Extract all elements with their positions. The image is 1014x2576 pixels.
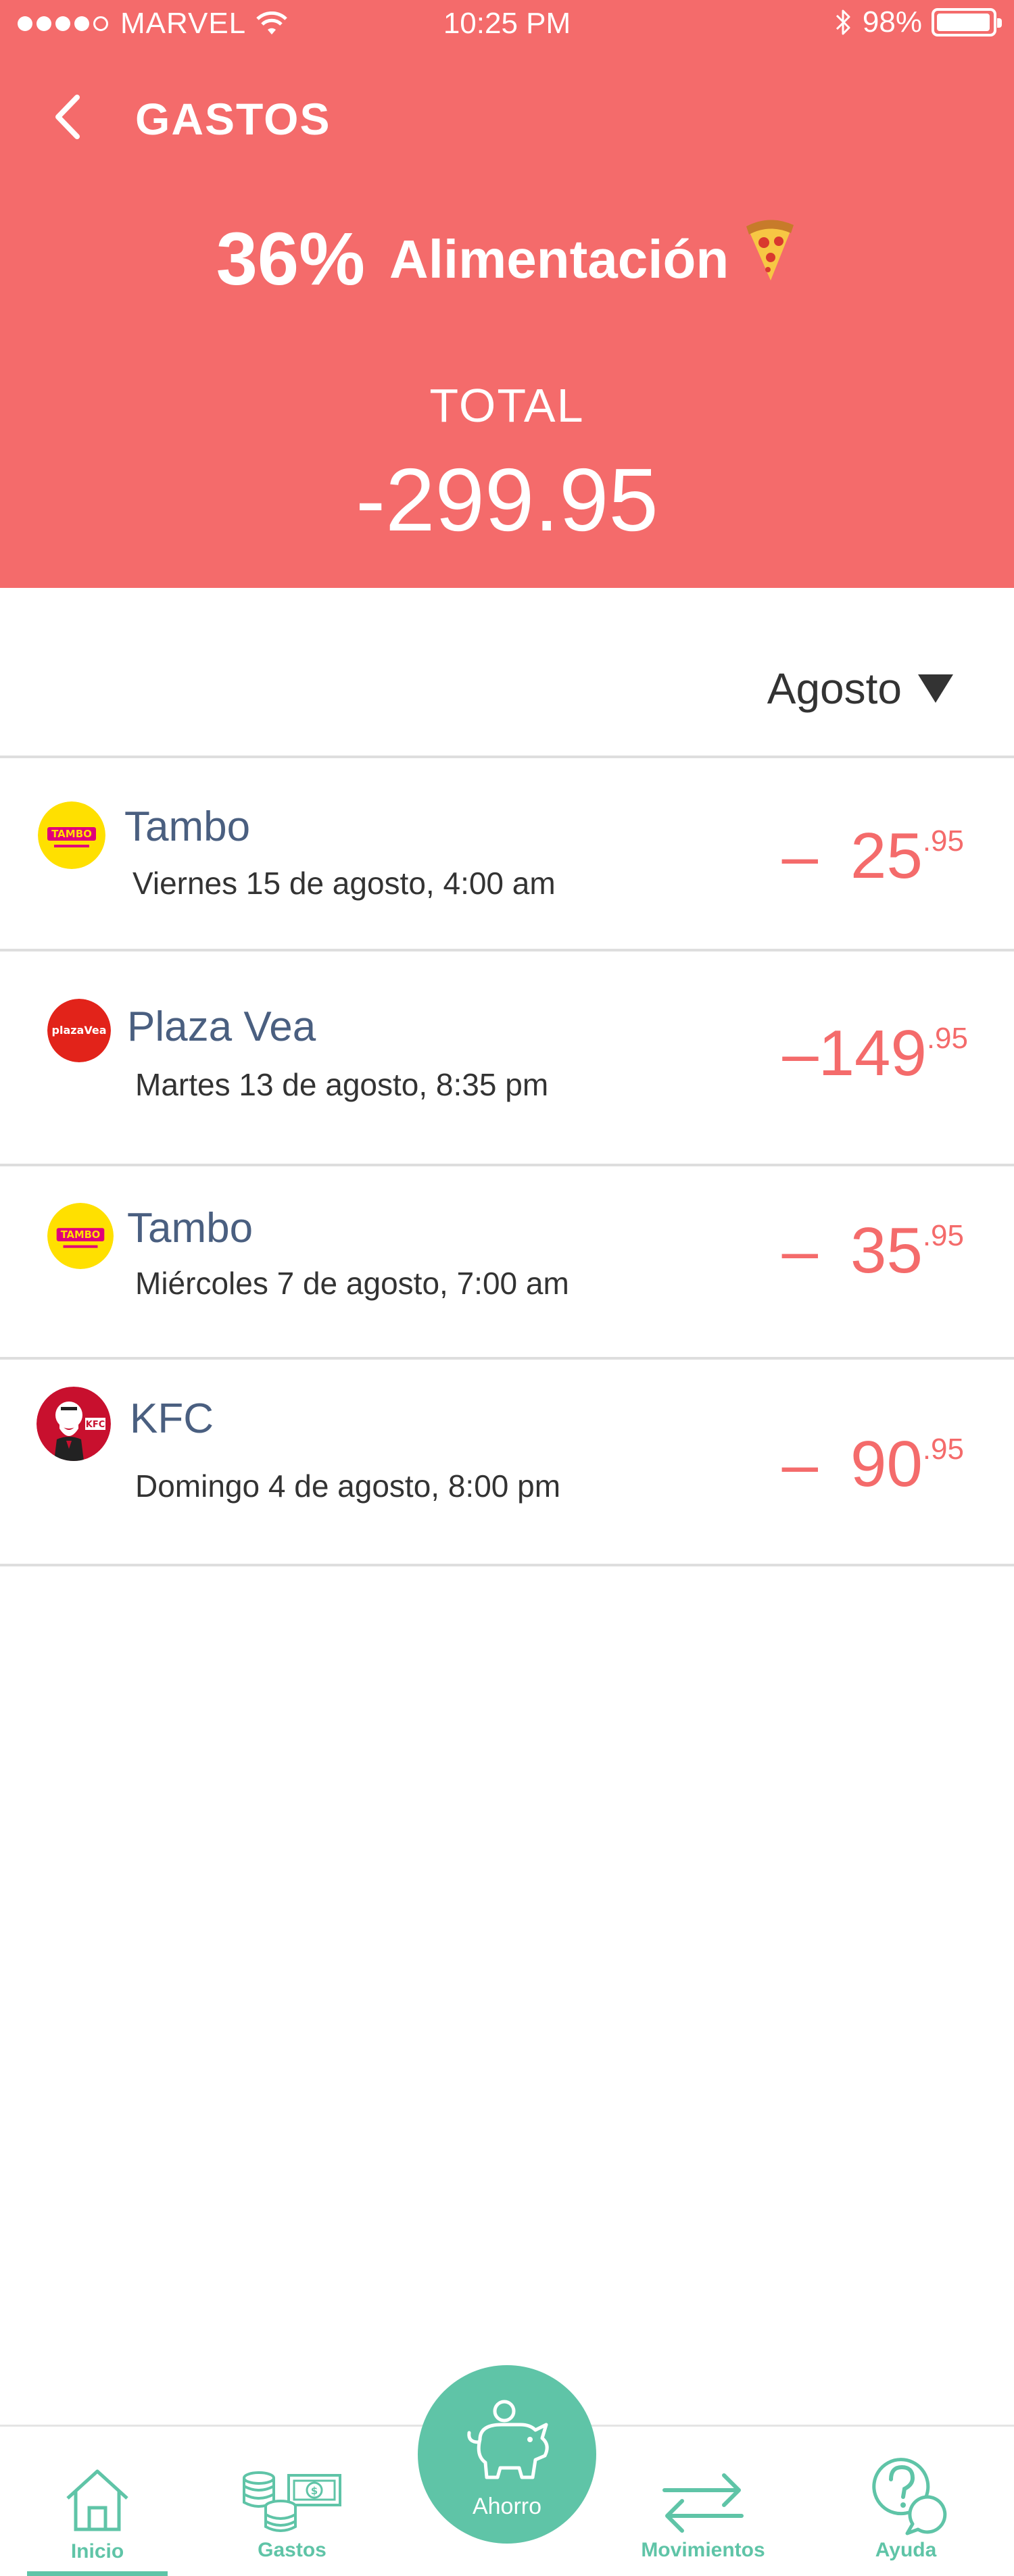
category-name: Alimentación — [389, 228, 729, 289]
amount-integer: 149 — [818, 1017, 927, 1089]
amount-sign: – — [782, 1017, 819, 1089]
plazavea-logo: plazaVea — [47, 999, 111, 1062]
amount-sign: – — [781, 1428, 819, 1500]
active-tab-indicator — [27, 2571, 168, 2576]
transaction-row[interactable]: TAMBO Tambo Viernes 15 de agosto, 4:00 a… — [0, 758, 1014, 951]
transaction-date: Viernes 15 de agosto, 4:00 am — [132, 866, 556, 901]
back-button[interactable] — [46, 86, 87, 147]
piggy-bank-icon — [467, 2400, 549, 2479]
amount-decimal: .95 — [922, 1219, 964, 1252]
amount-decimal: .95 — [926, 1022, 968, 1055]
amount-sign: – — [781, 1214, 819, 1287]
svg-text:$: $ — [311, 2485, 318, 2497]
battery-percent: 98% — [862, 5, 922, 39]
transaction-amount: – 90 .95 — [782, 1427, 964, 1502]
transaction-date: Domingo 4 de agosto, 8:00 pm — [135, 1468, 561, 1504]
svg-text:TAMBO: TAMBO — [51, 828, 92, 840]
battery-level-fill — [937, 14, 990, 31]
tab-label: Ayuda — [875, 2539, 937, 2561]
tab-gastos[interactable]: $ Gastos — [203, 2427, 381, 2576]
ahorro-button[interactable]: Ahorro — [418, 2365, 596, 2544]
amount-integer: 90 — [850, 1428, 923, 1500]
tambo-logo: TAMBO — [38, 801, 105, 869]
transfer-arrows-icon — [662, 2473, 744, 2533]
transaction-amount: – 35 .95 — [782, 1214, 964, 1288]
merchant-name: Plaza Vea — [127, 1004, 316, 1050]
month-selector[interactable]: Agosto — [767, 664, 953, 714]
merchant-name: Tambo — [124, 803, 251, 850]
home-icon — [66, 2469, 128, 2531]
status-right: 98% — [834, 5, 1002, 39]
caret-down-icon — [918, 674, 953, 703]
kfc-logo: KFC — [37, 1387, 111, 1461]
tab-label: Movimientos — [641, 2539, 765, 2561]
total-label: TOTAL — [429, 379, 585, 432]
amount-sign: – — [781, 820, 819, 892]
month-label: Agosto — [767, 664, 902, 713]
amount-decimal: .95 — [922, 1433, 964, 1466]
pizza-icon — [746, 219, 794, 280]
transaction-date: Martes 13 de agosto, 8:35 pm — [135, 1067, 549, 1102]
total-value: -299.95 — [356, 450, 658, 549]
category-summary: 36% Alimentación — [0, 216, 1014, 302]
amount-decimal: .95 — [922, 824, 964, 858]
amount-integer: 25 — [850, 820, 923, 892]
transaction-row[interactable]: KFC KFC Domingo 4 de agosto, 8:00 pm – 9… — [0, 1360, 1014, 1566]
tab-label: Gastos — [258, 2539, 327, 2561]
page-title: GASTOS — [135, 94, 331, 144]
tab-movimientos[interactable]: Movimientos — [635, 2427, 771, 2576]
tab-inicio[interactable]: Inicio — [0, 2427, 195, 2576]
help-chat-icon — [872, 2458, 947, 2535]
transaction-row[interactable]: plazaVea Plaza Vea Martes 13 de agosto, … — [0, 951, 1014, 1166]
transaction-row[interactable]: TAMBO Tambo Miércoles 7 de agosto, 7:00 … — [0, 1166, 1014, 1360]
fab-label: Ahorro — [472, 2494, 542, 2519]
category-percent: 36% — [216, 218, 365, 301]
tab-ayuda[interactable]: Ayuda — [852, 2427, 960, 2576]
merchant-name: Tambo — [127, 1205, 254, 1252]
header: MARVEL 10:25 PM 98% GASTOS 36% Alimentac… — [0, 0, 1014, 588]
amount-integer: 35 — [850, 1214, 923, 1287]
battery-icon — [932, 8, 1002, 36]
tab-label: Inicio — [70, 2540, 124, 2562]
bluetooth-icon — [836, 9, 850, 35]
svg-text:KFC: KFC — [86, 1420, 105, 1430]
tambo-logo: TAMBO — [47, 1203, 114, 1269]
svg-text:TAMBO: TAMBO — [61, 1229, 101, 1241]
transaction-amount: – 25 .95 — [782, 819, 964, 893]
merchant-name: KFC — [130, 1395, 214, 1442]
transaction-date: Miércoles 7 de agosto, 7:00 am — [135, 1266, 569, 1301]
status-bar: MARVEL 10:25 PM 98% — [0, 0, 1014, 49]
money-icon: $ — [243, 2471, 341, 2532]
plazavea-logo-text: plazaVea — [52, 1024, 107, 1037]
transaction-amount: – 149 .95 — [782, 1016, 968, 1091]
